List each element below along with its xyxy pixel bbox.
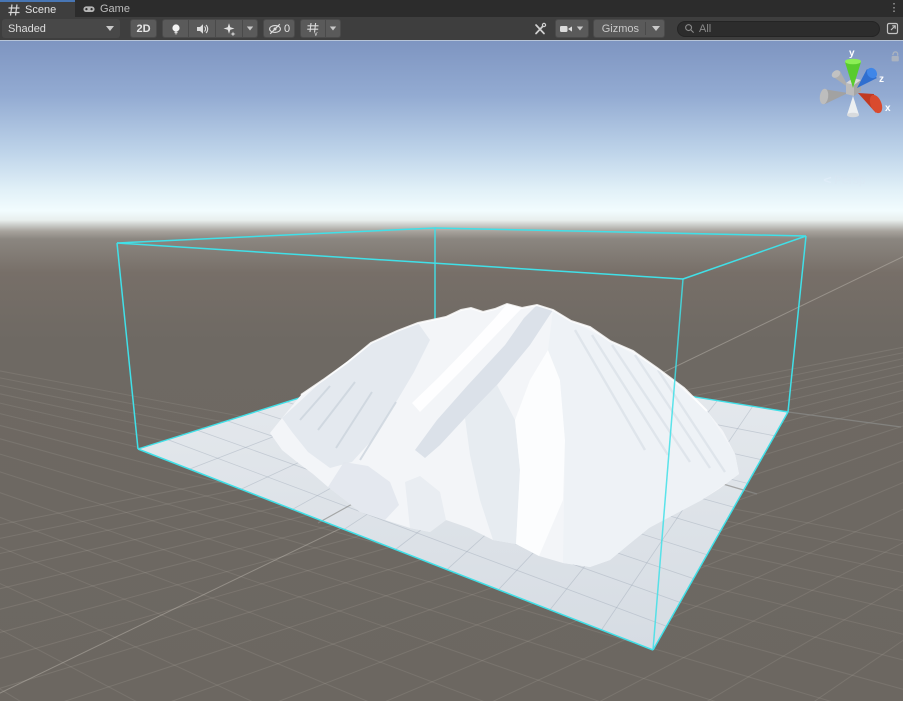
- unity-editor-window: Scene Game ⋮ Shaded 2D: [0, 0, 903, 701]
- tools-wrench-icon: [533, 22, 547, 36]
- kebab-menu-icon[interactable]: ⋮: [887, 1, 901, 16]
- axis-z-label: z: [879, 74, 884, 85]
- axis-x-handle[interactable]: [858, 93, 885, 115]
- scene-search-input[interactable]: [699, 23, 873, 35]
- scene-grid-icon: [8, 4, 20, 16]
- gizmos-dropdown[interactable]: Gizmos: [593, 19, 665, 38]
- gizmos-label: Gizmos: [602, 23, 639, 35]
- component-tools-button[interactable]: [532, 20, 549, 37]
- lightbulb-icon: [169, 22, 183, 36]
- chevron-down-icon: [652, 26, 660, 31]
- draw-mode-dropdown[interactable]: Shaded: [2, 19, 120, 38]
- tab-game-label: Game: [100, 3, 130, 15]
- scene-toolbar: Shaded 2D: [0, 17, 903, 41]
- grid-visibility-button[interactable]: y: [300, 19, 326, 38]
- maximize-icon: [886, 22, 899, 35]
- scene-lighting-button[interactable]: [162, 19, 189, 38]
- orientation-gizmo[interactable]: y z x: [806, 47, 900, 139]
- hidden-count: 0: [284, 23, 290, 35]
- maximize-view-button[interactable]: [884, 20, 901, 37]
- grid-settings-dropdown[interactable]: [326, 19, 341, 38]
- projection-toggle[interactable]: < Persp: [824, 172, 888, 188]
- draw-mode-label: Shaded: [8, 23, 106, 35]
- chevron-down-icon: [577, 27, 583, 31]
- scene-audio-button[interactable]: [189, 19, 216, 38]
- effects-sparkle-icon: [222, 22, 236, 36]
- tab-scene[interactable]: Scene: [0, 0, 75, 17]
- scene-camera-settings-button[interactable]: [555, 19, 589, 38]
- axis-z-handle[interactable]: [857, 66, 879, 88]
- search-icon: [684, 23, 695, 34]
- scene-effects-dropdown[interactable]: [243, 19, 258, 38]
- chevron-down-icon: [247, 27, 253, 31]
- projection-label: Persp: [834, 173, 865, 187]
- gamepad-icon: [83, 3, 95, 15]
- scene-viewport[interactable]: y z x < Persp: [0, 41, 903, 701]
- axis-neg-x-handle[interactable]: [819, 88, 848, 105]
- projection-arrow-icon: <: [823, 173, 831, 187]
- toggle-2d-label: 2D: [136, 23, 150, 35]
- camera-icon: [559, 22, 573, 36]
- axis-x-label: x: [885, 103, 891, 114]
- svg-text:y: y: [314, 30, 318, 36]
- rotation-lock-icon[interactable]: [889, 50, 902, 63]
- scene-3d-content: [0, 41, 903, 701]
- chevron-down-icon: [106, 26, 114, 31]
- speaker-icon: [195, 22, 209, 36]
- eye-slash-icon: [268, 22, 282, 36]
- tab-scene-label: Scene: [25, 4, 56, 16]
- chevron-down-icon: [330, 27, 336, 31]
- grid-axis-icon: y: [306, 22, 320, 36]
- scene-effects-button[interactable]: [216, 19, 243, 38]
- tab-strip: Scene Game ⋮: [0, 0, 903, 17]
- tab-game[interactable]: Game: [75, 0, 142, 17]
- divider: [645, 22, 646, 35]
- scene-visibility-button[interactable]: 0: [263, 19, 295, 38]
- axis-neg-y-handle[interactable]: [847, 96, 859, 117]
- axis-y-label: y: [849, 48, 855, 59]
- scene-search-box[interactable]: [677, 21, 880, 37]
- toggle-2d-button[interactable]: 2D: [130, 19, 157, 38]
